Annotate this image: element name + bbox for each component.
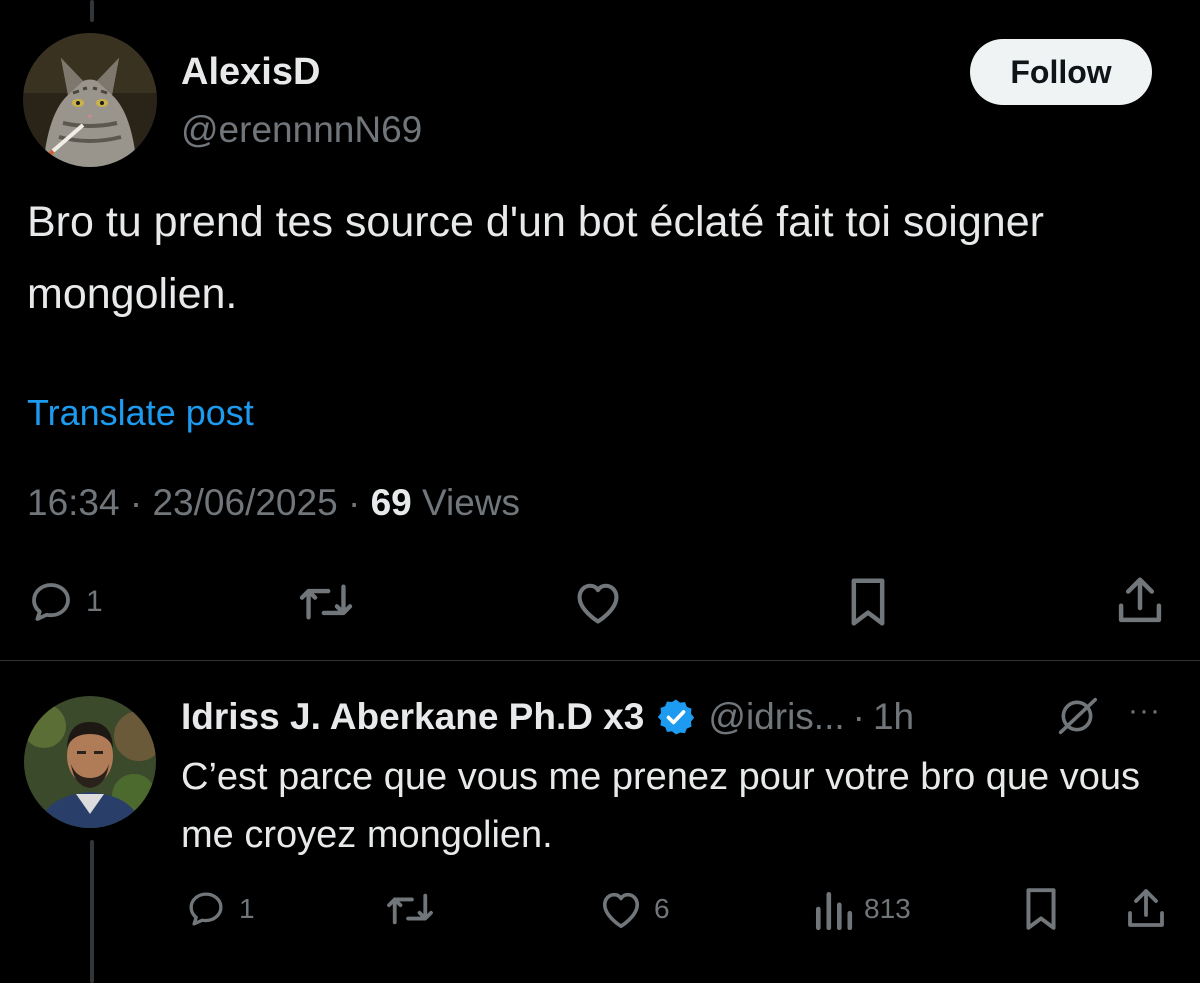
reply-count: 1: [86, 585, 103, 618]
avatar-idriss[interactable]: [24, 696, 156, 828]
follow-button[interactable]: Follow: [970, 39, 1152, 105]
like-icon: [602, 892, 640, 928]
reply-reply-button[interactable]: 1: [183, 888, 255, 930]
grok-icon: [1058, 697, 1097, 735]
post-meta: 16:34 · 23/06/2025 · 69 Views: [27, 482, 520, 524]
bookmark-icon: [851, 578, 885, 626]
reply-views-button[interactable]: 813: [812, 888, 911, 930]
reply-author-handle[interactable]: @idris...: [708, 696, 844, 738]
bookmark-icon: [1026, 888, 1056, 930]
reply-reply-count: 1: [239, 893, 255, 924]
retweet-icon: [299, 584, 353, 620]
post-text: Bro tu prend tes source d'un bot éclaté …: [27, 198, 1044, 318]
views-icon: [815, 891, 853, 930]
reply-time[interactable]: 1h: [873, 696, 914, 738]
share-icon: [1128, 889, 1164, 927]
share-icon: [1118, 577, 1162, 623]
meta-separator: ·: [129, 482, 143, 523]
more-icon: ···: [1128, 694, 1161, 727]
views-count: 69: [370, 482, 412, 523]
reply-separator: ·: [852, 696, 865, 737]
reply-button[interactable]: 1: [26, 578, 103, 626]
reply-text: C’est parce que vous me prenez pour votr…: [181, 756, 1140, 856]
thread-line-top: [90, 0, 94, 22]
reply-views-count: 813: [864, 893, 911, 924]
person-avatar-icon: [24, 696, 156, 828]
reply-like-button[interactable]: 6: [598, 888, 670, 930]
reply-like-count: 6: [654, 893, 670, 924]
retweet-icon: [387, 893, 433, 925]
bookmark-button[interactable]: [846, 576, 890, 628]
reply-header: Idriss J. Aberkane Ph.D x3 @idris... · 1…: [181, 694, 914, 740]
reply-icon: [189, 892, 223, 926]
like-icon: [577, 583, 619, 624]
divider: [0, 660, 1200, 661]
like-button[interactable]: [572, 578, 624, 626]
reply-share-button[interactable]: [1124, 886, 1168, 932]
verified-badge-icon: [658, 699, 695, 735]
avatar-alexisd[interactable]: [23, 33, 157, 167]
reply-icon: [32, 583, 70, 621]
post-time[interactable]: 16:34: [27, 482, 120, 523]
author-name[interactable]: AlexisD: [181, 51, 320, 94]
thread-line-bottom: [90, 840, 94, 983]
reply-retweet-button[interactable]: [384, 888, 436, 930]
cat-avatar-icon: [23, 33, 157, 167]
translate-post-link[interactable]: Translate post: [27, 392, 254, 434]
meta-separator: ·: [347, 482, 361, 523]
reply-bookmark-button[interactable]: [1022, 886, 1060, 932]
post-date[interactable]: 23/06/2025: [152, 482, 337, 523]
grok-button[interactable]: [1054, 696, 1100, 736]
author-handle[interactable]: @erennnnN69: [181, 109, 422, 151]
retweet-button[interactable]: [297, 578, 355, 626]
reply-author-name[interactable]: Idriss J. Aberkane Ph.D x3: [181, 696, 644, 738]
views-label: Views: [422, 482, 521, 523]
more-options-button[interactable]: ···: [1128, 694, 1161, 728]
share-button[interactable]: [1114, 574, 1166, 628]
